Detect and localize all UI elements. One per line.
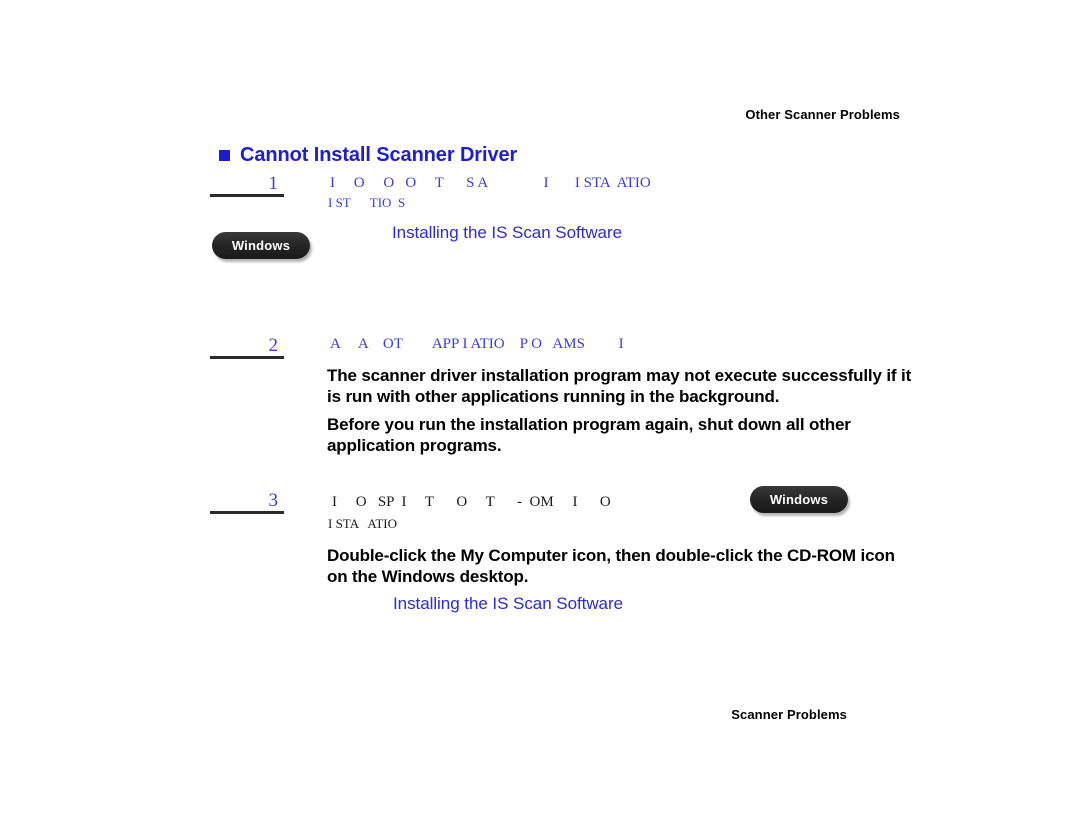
step-2-body-paragraph-1: The scanner driver installation program … [327, 366, 912, 406]
step-number: 3 [268, 490, 279, 511]
step-1-xref-link[interactable]: Installing the IS Scan Software [392, 223, 622, 243]
step-3-fragment-line-1: I O SP I T O T - OM I O [332, 494, 611, 510]
windows-badge-step-1: Windows [212, 232, 310, 259]
windows-badge-step-3: Windows [750, 486, 848, 513]
step-rule [210, 511, 284, 514]
step-2-body-paragraph-2: Before you run the installation program … [327, 415, 851, 455]
step-rule [210, 356, 284, 359]
step-1-fragment-line-2: I ST TIO S [328, 195, 406, 210]
windows-badge-label: Windows [231, 238, 291, 253]
manual-page: Other Scanner Problems Cannot Install Sc… [0, 0, 1080, 834]
step-3-body-paragraph-1: Double-click the My Computer icon, then … [327, 546, 895, 586]
page-title: Cannot Install Scanner Driver [219, 144, 517, 167]
step-2-fragment-line-1: A A OT APP I ATIO P O AMS I [330, 336, 624, 352]
step-number: 1 [268, 173, 279, 194]
windows-badge-label: Windows [769, 492, 829, 507]
step-number: 2 [268, 335, 279, 356]
page-title-text: Cannot Install Scanner Driver [240, 144, 518, 166]
step-marker-1: 1 [210, 174, 284, 197]
step-1-fragment-line-1: I O O O T S A I I STA ATIO [330, 175, 651, 191]
step-3-fragment-line-2: I STA ATIO [328, 516, 398, 531]
step-rule [210, 194, 284, 197]
step-marker-3: 3 [210, 491, 284, 514]
running-footer: Scanner Problems [731, 707, 847, 722]
running-header: Other Scanner Problems [745, 107, 900, 122]
step-3-xref-link[interactable]: Installing the IS Scan Software [393, 594, 623, 614]
square-bullet-icon [219, 150, 230, 161]
step-marker-2: 2 [210, 336, 284, 359]
